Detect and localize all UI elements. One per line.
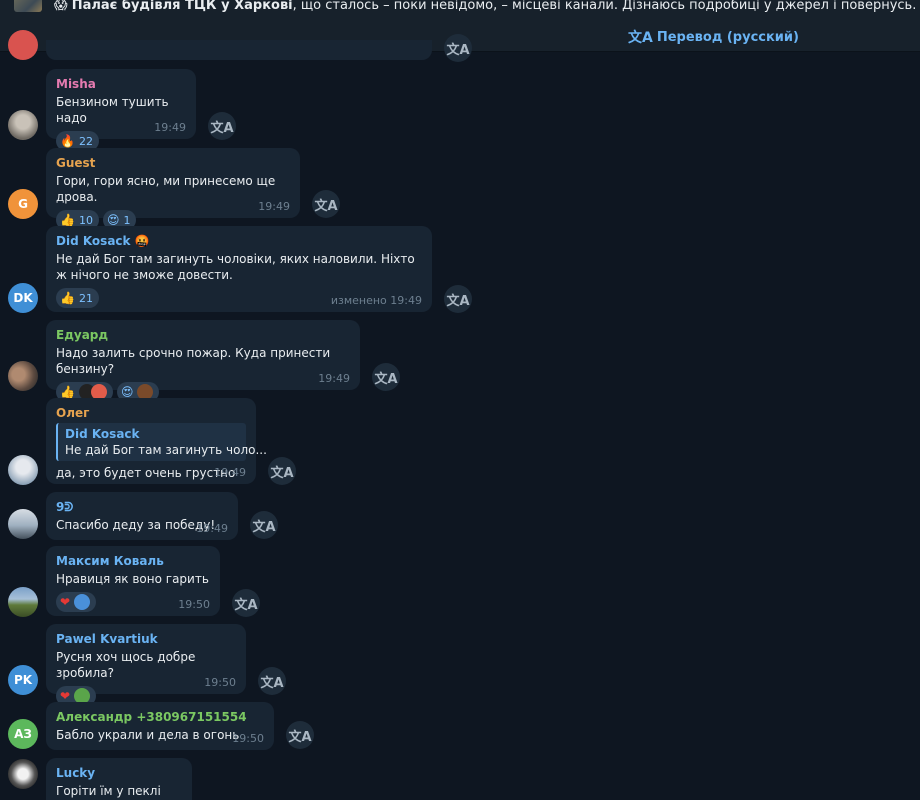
message-time: 19:49: [154, 121, 186, 134]
sender-name[interactable]: Олег: [56, 405, 246, 421]
avatar[interactable]: [8, 759, 38, 789]
avatar[interactable]: АЗ: [8, 719, 38, 749]
translate-icon: 文A: [252, 519, 276, 535]
message-bubble: Максим Коваль Нравиця як воно гарить ❤ 1…: [46, 546, 220, 616]
message-text: Нравиця як воно гарить: [56, 572, 209, 586]
avatar-initials: DK: [13, 291, 33, 305]
pinned-text: 😱 Палає будівля ТЦК у Харкові, що сталос…: [54, 0, 920, 15]
translate-icon: 文A: [270, 465, 294, 481]
heart-icon: ❤: [60, 689, 71, 703]
reaction-count: 10: [78, 213, 93, 227]
translate-button[interactable]: 文A: [268, 457, 296, 485]
translate-icon: 文A: [210, 120, 234, 136]
message-bubble: Lucky Горіти їм у пеклі вічно: [46, 758, 192, 800]
avatar: [8, 30, 38, 60]
avatar[interactable]: [8, 509, 38, 539]
message-text: Надо залить срочно пожар. Куда принести …: [56, 346, 331, 376]
sender-name[interactable]: Максим Коваль: [56, 553, 210, 569]
translate-button[interactable]: 文A: [250, 511, 278, 539]
message-bubble: Едуард Надо залить срочно пожар. Куда пр…: [46, 320, 360, 402]
message-time: 19:50: [178, 598, 210, 611]
translate-icon: 文A: [288, 729, 312, 745]
message-bubble: Pawel Kvartiuk Русня хоч щось добре зроб…: [46, 624, 246, 706]
message-bubble: Did Kosack 🤬 Не дай Бог там загинуть чол…: [46, 226, 432, 312]
sender-name[interactable]: 9ᕲ: [56, 499, 228, 515]
translate-link[interactable]: 文A Перевод (русский): [628, 27, 799, 47]
heart-eyes-icon: 😍: [120, 385, 134, 399]
avatar[interactable]: [8, 361, 38, 391]
translate-icon: 文A: [234, 597, 258, 613]
thumbs-up-icon: 👍: [60, 291, 75, 305]
message-bubble: Misha Бензином тушить надо 🔥 22 19:49: [46, 69, 196, 151]
pinned-rest: , що сталось – поки невідомо, – місцеві …: [292, 0, 920, 13]
avatar[interactable]: PK: [8, 665, 38, 695]
avatar[interactable]: DK: [8, 283, 38, 313]
avatar-initials: G: [18, 197, 28, 211]
translate-button[interactable]: 文A: [444, 285, 472, 313]
thumbs-up-icon: 👍: [60, 213, 75, 227]
translate-icon: 文A: [628, 30, 653, 46]
reaction-count: 22: [78, 134, 93, 148]
heart-icon: ❤: [60, 595, 71, 609]
message-bubble: 9ᕲ Спасибо деду за победу! 19:49: [46, 492, 238, 540]
message-text: Не дай Бог там загинуть чоловіки, яких н…: [56, 252, 415, 282]
translate-label: Перевод (русский): [656, 29, 799, 45]
message-text: Гори, гори ясно, ми принесемо ще дрова.: [56, 174, 276, 204]
message-time: 19:49: [196, 522, 228, 535]
translate-button[interactable]: 文A: [232, 589, 260, 617]
sender-name[interactable]: Guest: [56, 155, 290, 171]
sender-name[interactable]: Did Kosack 🤬: [56, 233, 422, 249]
message-bubble: [46, 40, 432, 60]
message-text: Горіти їм у пеклі вічно: [56, 784, 161, 798]
sender-name[interactable]: Misha: [56, 76, 186, 92]
translate-button[interactable]: 文A: [208, 112, 236, 140]
translate-button[interactable]: 文A: [258, 667, 286, 695]
translate-button[interactable]: 文A: [444, 34, 472, 62]
avatar[interactable]: [8, 455, 38, 485]
message-time: изменено 19:49: [330, 294, 422, 307]
sender-name[interactable]: Lucky: [56, 765, 182, 781]
translate-icon: 文A: [260, 675, 284, 691]
heart-eyes-icon: 😍: [106, 213, 120, 227]
avatar[interactable]: G: [8, 189, 38, 219]
avatar[interactable]: [8, 587, 38, 617]
translate-icon: 文A: [446, 293, 470, 309]
translate-button[interactable]: 文A: [312, 190, 340, 218]
avatar[interactable]: [8, 110, 38, 140]
reaction-count: 1: [123, 213, 131, 227]
fire-icon: 🔥: [60, 134, 75, 148]
avatar-initials: PK: [13, 673, 33, 687]
message-bubble: Олег Did Kosack Не дай Бог там загинуть …: [46, 398, 267, 484]
translate-button[interactable]: 文A: [286, 721, 314, 749]
translate-button[interactable]: 文A: [372, 363, 400, 391]
message-bubble: Александр +380967151554 Бабло украли и д…: [46, 702, 274, 750]
sender-name[interactable]: Едуард: [56, 327, 350, 343]
translate-icon: 文A: [446, 42, 470, 58]
pinned-emoji: 😱: [54, 0, 68, 13]
reply-quote[interactable]: Did Kosack Не дай Бог там загинуть чоло.…: [56, 423, 267, 461]
quote-author: Did Kosack: [65, 427, 140, 441]
pinned-thumbnail: [14, 0, 42, 12]
sender-name[interactable]: Александр +380967151554: [56, 709, 264, 725]
translate-icon: 文A: [374, 371, 398, 387]
message-time: 19:50: [204, 676, 236, 689]
reaction[interactable]: ❤: [56, 592, 97, 612]
avatar-initials: АЗ: [14, 727, 32, 741]
pinned-headline: Палає будівля ТЦК у Харкові: [71, 0, 293, 13]
reaction[interactable]: 👍 21: [56, 288, 99, 308]
message-bubble: Guest Гори, гори ясно, ми принесемо ще д…: [46, 148, 300, 230]
quote-text: Не дай Бог там загинуть чоло...: [65, 443, 267, 457]
message-time: 19:50: [232, 732, 264, 745]
thumbs-up-icon: 👍: [60, 385, 75, 399]
message-time: 19:49: [318, 372, 350, 385]
message-time: 19:49: [214, 466, 246, 479]
translate-icon: 文A: [314, 198, 338, 214]
reaction-count: 21: [78, 291, 93, 305]
message-time: 19:49: [258, 200, 290, 213]
sender-name[interactable]: Pawel Kvartiuk: [56, 631, 236, 647]
reactor-avatar: [74, 594, 91, 610]
